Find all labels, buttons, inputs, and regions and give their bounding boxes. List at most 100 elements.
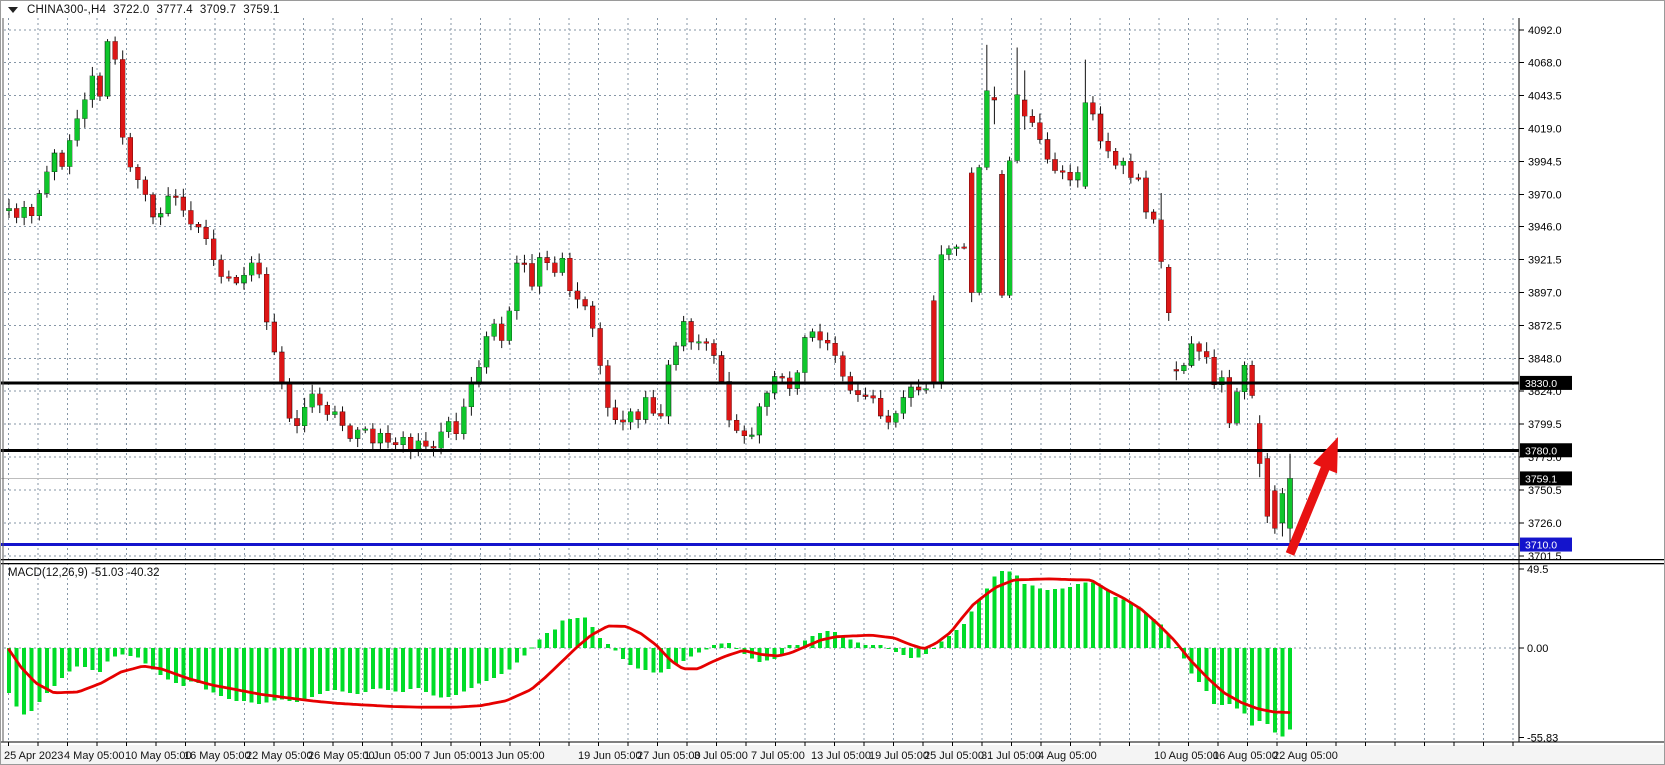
- macd-histogram-bar: [621, 648, 625, 659]
- macd-histogram-bar: [629, 648, 633, 665]
- macd-histogram-bar: [894, 648, 898, 652]
- time-axis-label: 22 Aug 05:00: [1273, 750, 1338, 762]
- macd-histogram-bar: [530, 648, 534, 649]
- macd-histogram-bar: [295, 648, 299, 702]
- macd-histogram-bar: [576, 618, 580, 648]
- macd-histogram-bar: [1265, 648, 1269, 724]
- bull-candle: [90, 76, 95, 100]
- bull-candle: [909, 387, 914, 398]
- macd-histogram-bar: [735, 648, 739, 649]
- macd-histogram-bar: [909, 648, 913, 658]
- bear-candle: [886, 416, 891, 422]
- bull-candle: [802, 338, 807, 373]
- price-tick-label: 3897.0: [1528, 288, 1562, 300]
- macd-histogram-bar: [932, 648, 936, 649]
- macd-histogram-bar: [1053, 589, 1057, 648]
- bear-candle: [711, 343, 716, 355]
- time-axis-label: 7 Jul 05:00: [751, 750, 805, 762]
- time-axis-label: 10 May 05:00: [125, 750, 192, 762]
- macd-histogram-bar: [1076, 584, 1080, 648]
- time-axis-label: 3 Jul 05:00: [694, 750, 748, 762]
- bear-candle: [97, 76, 102, 97]
- symbol-dropdown-icon[interactable]: [8, 7, 18, 13]
- macd-histogram-bar: [386, 648, 390, 690]
- macd-histogram-bar: [947, 636, 951, 648]
- macd-histogram-bar: [1091, 582, 1095, 648]
- macd-histogram-bar: [644, 648, 648, 670]
- bear-candle: [499, 324, 504, 341]
- symbol-period-label: CHINA300-,H4: [27, 4, 106, 16]
- bear-candle: [916, 387, 921, 390]
- macd-histogram-bar: [394, 648, 398, 692]
- macd-histogram-bar: [1220, 648, 1224, 705]
- bull-candle: [310, 394, 315, 407]
- bear-candle: [704, 342, 709, 344]
- macd-histogram-bar: [477, 648, 481, 684]
- macd-histogram-bar: [1000, 571, 1004, 648]
- bear-candle: [188, 210, 193, 224]
- bear-candle: [173, 196, 178, 198]
- bear-candle: [287, 383, 292, 418]
- macd-histogram-bar: [98, 648, 102, 672]
- macd-histogram-bar: [310, 648, 314, 697]
- bear-candle: [29, 207, 34, 216]
- time-axis-label: 16 Aug 05:00: [1213, 750, 1278, 762]
- macd-histogram-bar: [1250, 648, 1254, 726]
- bear-candle: [552, 263, 557, 273]
- macd-histogram-bar: [52, 648, 56, 686]
- bear-candle: [689, 322, 694, 342]
- bull-candle: [158, 214, 163, 218]
- macd-histogram-bar: [583, 618, 587, 648]
- macd-histogram-bar: [507, 648, 511, 670]
- bear-candle: [999, 174, 1004, 295]
- macd-histogram-bar: [447, 648, 451, 697]
- bear-candle: [325, 405, 330, 415]
- macd-histogram-bar: [970, 612, 974, 648]
- bull-candle: [1234, 392, 1239, 423]
- price-level-badge-text: 3830.0: [1525, 378, 1557, 390]
- bear-candle: [317, 394, 322, 405]
- time-axis-label: 4 Aug 05:00: [1038, 750, 1097, 762]
- bear-candle: [1136, 178, 1141, 180]
- bull-candle: [954, 247, 959, 249]
- bull-candle: [893, 413, 898, 422]
- bear-candle: [204, 227, 209, 239]
- bear-candle: [340, 412, 345, 426]
- price-tick-label: 3701.5: [1528, 551, 1562, 563]
- bull-candle: [22, 207, 27, 218]
- bull-candle: [75, 119, 80, 141]
- bear-candle: [14, 208, 19, 217]
- macd-histogram-bar: [22, 648, 26, 715]
- macd-histogram-bar: [1197, 648, 1201, 682]
- bear-candle: [855, 390, 860, 395]
- macd-histogram-bar: [1205, 648, 1209, 691]
- bear-candle: [295, 418, 300, 425]
- quote-low: 3709.7: [200, 4, 236, 16]
- bear-candle: [780, 377, 785, 379]
- trading-chart-window: CHINA300-,H4 3722.0 3777.4 3709.7 3759.1…: [0, 0, 1665, 765]
- bear-candle: [1257, 423, 1262, 463]
- macd-histogram-bar: [682, 648, 686, 661]
- chart-canvas[interactable]: 4092.04068.04043.54019.03994.53970.03946…: [1, 1, 1665, 765]
- bull-candle: [946, 249, 951, 255]
- macd-histogram-bar: [1136, 607, 1140, 648]
- macd-histogram-bar: [136, 648, 140, 657]
- bull-candle: [1015, 95, 1020, 161]
- price-level-badge-text: 3759.1: [1525, 473, 1557, 485]
- macd-histogram-bar: [106, 648, 110, 662]
- bear-candle: [226, 277, 231, 279]
- macd-histogram-bar: [121, 648, 125, 655]
- bear-candle: [1053, 159, 1058, 170]
- time-axis-label: 10 Aug 05:00: [1154, 750, 1219, 762]
- bear-candle: [135, 167, 140, 180]
- bear-candle: [545, 257, 550, 262]
- macd-tick-label: 0.00: [1527, 643, 1548, 655]
- macd-histogram-bar: [143, 648, 147, 663]
- bear-candle: [878, 398, 883, 416]
- bear-candle: [386, 433, 391, 442]
- price-tick-label: 4019.0: [1528, 123, 1562, 135]
- time-axis-label: 22 May 05:00: [246, 750, 313, 762]
- bear-candle: [1250, 365, 1255, 396]
- price-tick-label: 4043.5: [1528, 90, 1562, 102]
- bear-candle: [1272, 491, 1277, 529]
